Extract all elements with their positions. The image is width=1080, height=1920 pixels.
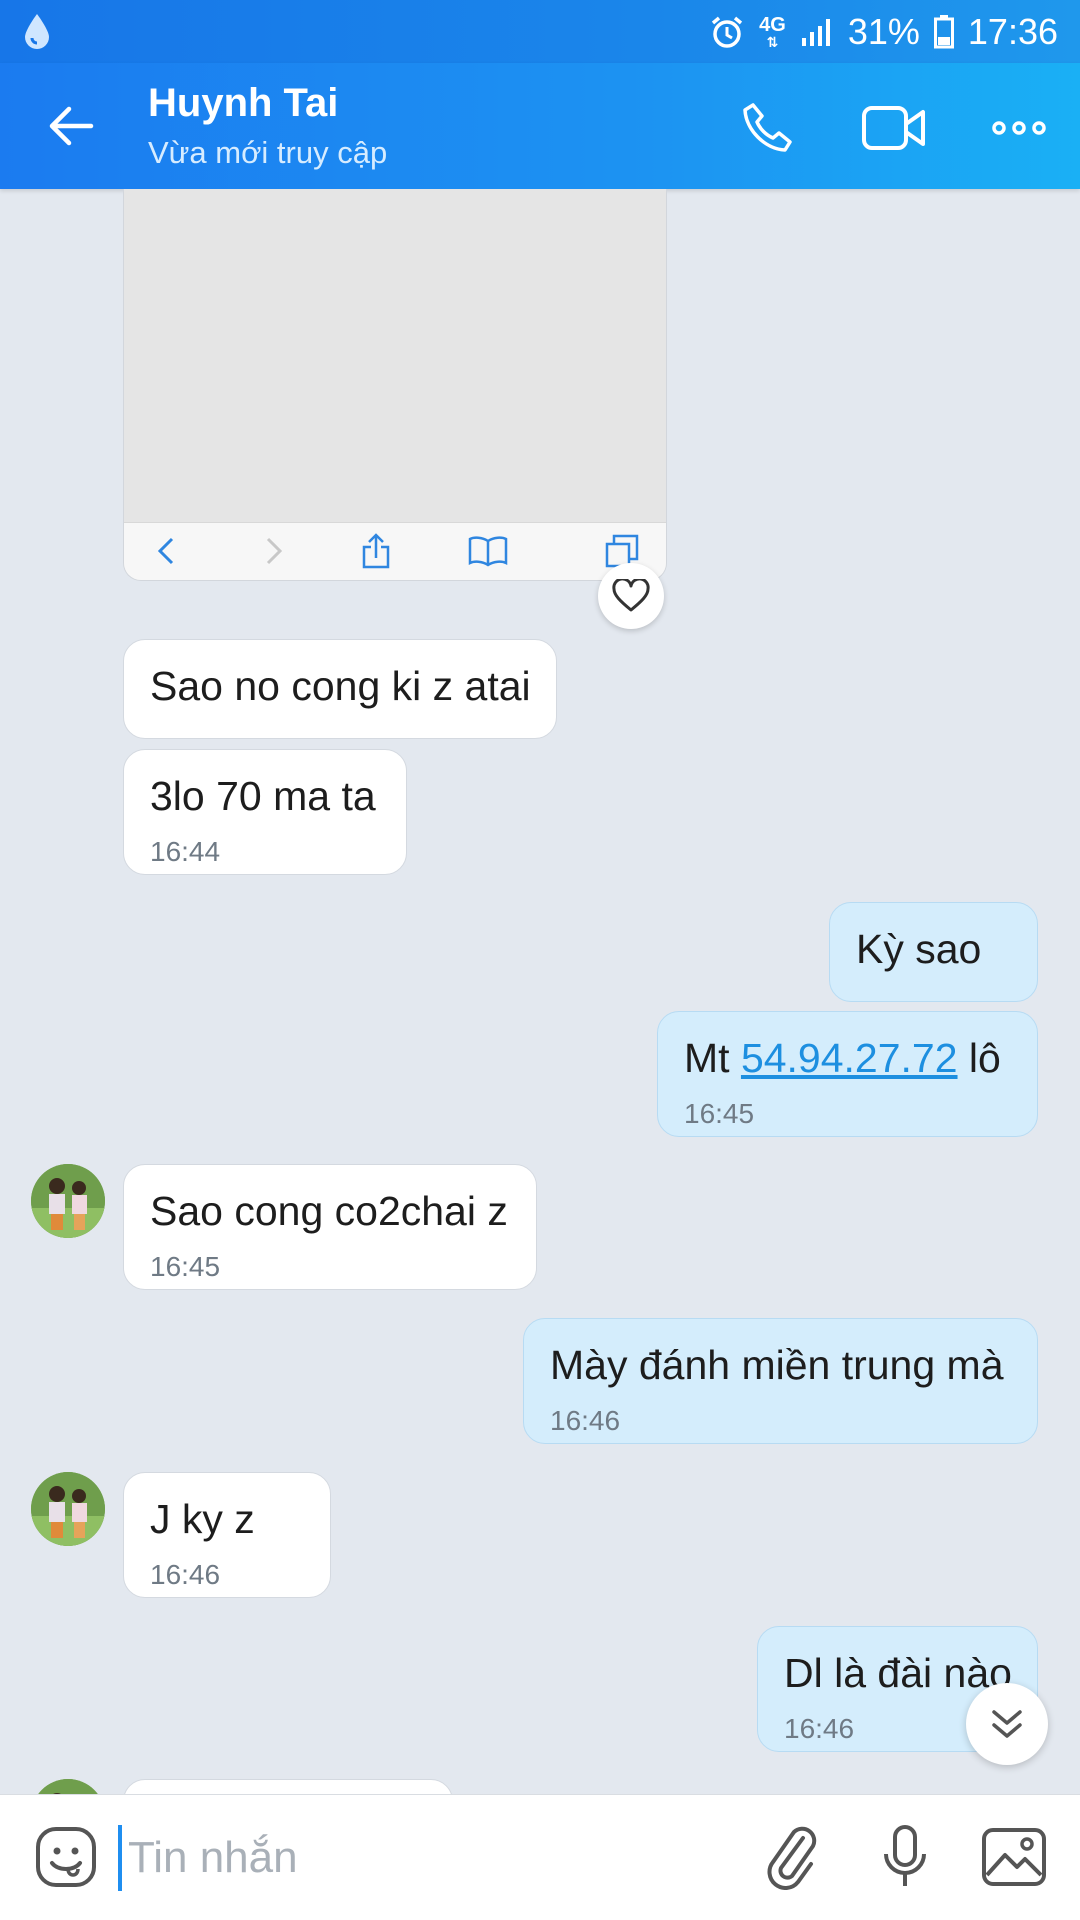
video-call-button[interactable] xyxy=(856,93,932,163)
shared-image-message[interactable] xyxy=(123,189,667,581)
message-time: 16:46 xyxy=(784,1713,855,1744)
message-bubble-incoming[interactable]: Sao no cong ki z atai xyxy=(123,639,557,739)
avatar[interactable] xyxy=(31,1164,105,1238)
network-label: 4G xyxy=(759,13,786,36)
avatar[interactable] xyxy=(31,1779,105,1794)
message-time: 16:46 xyxy=(150,1559,221,1590)
contact-status: Vừa mới truy cập xyxy=(148,135,388,170)
message-bubble-outgoing[interactable]: Kỳ sao xyxy=(829,902,1038,1002)
network-4g-icon: 4G ⇅ xyxy=(759,13,786,50)
message-bubble-incoming[interactable]: Sao cong co2chai z 16:45 xyxy=(123,1164,537,1290)
phone-icon xyxy=(743,103,792,152)
attach-file-button[interactable] xyxy=(760,1821,826,1893)
avatar[interactable] xyxy=(31,1472,105,1546)
emoji-button[interactable] xyxy=(34,1823,98,1891)
message-text: Mày đánh miền trung mà xyxy=(550,1342,1004,1388)
message-text-prefix: Mt xyxy=(684,1035,741,1081)
message-composer xyxy=(0,1794,1080,1920)
like-button[interactable] xyxy=(598,563,664,629)
voice-message-button[interactable] xyxy=(872,1821,938,1893)
droplet-icon xyxy=(22,12,52,50)
back-arrow-icon xyxy=(49,106,94,146)
battery-percent: 31% xyxy=(847,10,920,52)
emoji-icon xyxy=(36,1827,96,1887)
message-text: Sao cong co2chai z xyxy=(150,1188,508,1234)
message-text: Mt 54.94.27.72 lô xyxy=(684,1038,1001,1079)
message-bubble-incoming[interactable] xyxy=(123,1779,453,1794)
message-time: 16:46 xyxy=(550,1405,621,1436)
alarm-icon xyxy=(709,14,745,50)
message-text: Sao no cong ki z atai xyxy=(150,663,531,709)
paperclip-icon xyxy=(767,1826,817,1890)
status-icons: 4G ⇅ 31% 17:36 xyxy=(709,0,1058,63)
clock: 17:36 xyxy=(967,10,1058,52)
message-text: Kỳ sao xyxy=(856,926,982,972)
message-time: 16:45 xyxy=(684,1098,755,1129)
heart-icon xyxy=(612,579,650,612)
voice-call-button[interactable] xyxy=(732,93,802,163)
image-icon xyxy=(982,1828,1046,1886)
message-bubble-outgoing[interactable]: Mày đánh miền trung mà 16:46 xyxy=(523,1318,1038,1444)
message-bubble-outgoing[interactable]: Mt 54.94.27.72 lô 16:45 xyxy=(657,1011,1038,1137)
message-list[interactable]: Sao no cong ki z atai 3lo 70 ma ta 16:44… xyxy=(0,189,1080,1794)
back-button[interactable] xyxy=(38,93,104,159)
message-bubble-incoming[interactable]: 3lo 70 ma ta 16:44 xyxy=(123,749,407,875)
microphone-icon xyxy=(884,1825,926,1886)
scroll-to-bottom-button[interactable] xyxy=(966,1683,1048,1765)
message-text-suffix: lô xyxy=(957,1035,1001,1081)
browser-forward-icon xyxy=(252,531,296,571)
browser-toolbar-image xyxy=(124,522,666,580)
message-text: J ky z xyxy=(150,1496,255,1542)
status-bar: 4G ⇅ 31% 17:36 xyxy=(0,0,1080,63)
message-bubble-incoming[interactable]: J ky z 16:46 xyxy=(123,1472,331,1598)
send-photo-button[interactable] xyxy=(978,1823,1050,1891)
chat-header: Huynh Tai Vừa mới truy cập xyxy=(0,63,1080,189)
browser-bookmarks-icon xyxy=(466,531,510,571)
message-link[interactable]: 54.94.27.72 xyxy=(741,1035,958,1081)
contact-name[interactable]: Huynh Tai xyxy=(148,81,338,126)
battery-icon xyxy=(933,14,954,49)
signal-icon xyxy=(800,16,834,48)
browser-share-icon xyxy=(354,531,398,571)
more-options-button[interactable] xyxy=(984,93,1054,163)
more-icon xyxy=(992,121,1046,135)
message-time: 16:45 xyxy=(150,1251,221,1282)
message-time: 16:44 xyxy=(150,836,221,867)
message-text: Dl là đài nào xyxy=(784,1650,1012,1696)
shared-image[interactable] xyxy=(124,189,666,523)
message-text: 3lo 70 ma ta xyxy=(150,773,376,819)
message-input[interactable] xyxy=(118,1825,718,1891)
double-chevron-down-icon xyxy=(992,1710,1022,1738)
video-camera-icon xyxy=(862,106,925,150)
browser-back-icon xyxy=(144,531,188,571)
